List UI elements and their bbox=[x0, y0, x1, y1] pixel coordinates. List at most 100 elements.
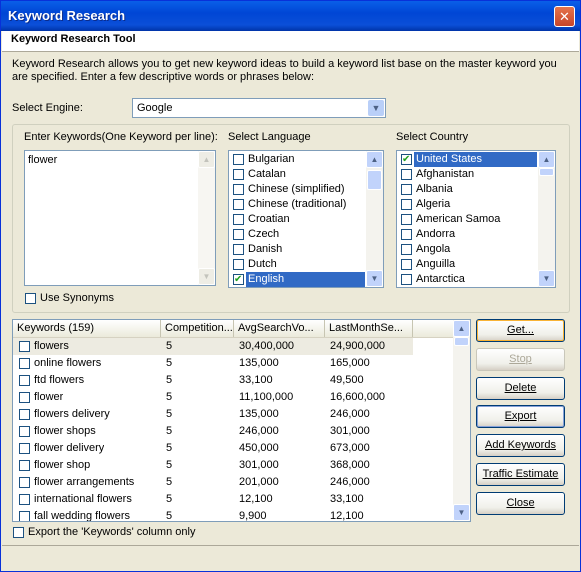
row-checkbox[interactable] bbox=[19, 375, 30, 386]
row-checkbox[interactable] bbox=[19, 494, 30, 505]
country-item-label: Anguilla bbox=[416, 258, 456, 270]
country-item-checkbox[interactable] bbox=[401, 199, 412, 210]
country-item-label: Algeria bbox=[416, 198, 451, 210]
table-row[interactable]: flowers delivery 5 135,000 246,000 bbox=[13, 406, 454, 423]
language-item-checkbox[interactable] bbox=[233, 199, 244, 210]
keywords-textarea[interactable]: flower ▲ ▼ bbox=[24, 150, 216, 286]
scroll-up-icon[interactable]: ▲ bbox=[366, 151, 383, 168]
country-item-checkbox[interactable] bbox=[401, 214, 412, 225]
country-item[interactable]: Albania bbox=[399, 182, 537, 197]
close-button[interactable]: Close bbox=[476, 492, 565, 515]
cell-avg-search: 135,000 bbox=[239, 357, 279, 369]
delete-button[interactable]: Delete bbox=[476, 377, 565, 400]
table-row[interactable]: flower delivery 5 450,000 673,000 bbox=[13, 440, 454, 457]
language-item[interactable]: Catalan bbox=[231, 167, 365, 182]
country-item[interactable]: Afghanistan bbox=[399, 167, 537, 182]
language-item[interactable]: Bulgarian bbox=[231, 152, 365, 167]
country-scrollbar[interactable]: ▲ ▼ bbox=[538, 151, 555, 287]
stop-button[interactable]: Stop bbox=[476, 348, 565, 371]
scroll-thumb[interactable] bbox=[367, 170, 382, 190]
row-checkbox[interactable] bbox=[19, 511, 30, 521]
export-keywords-only-checkbox[interactable] bbox=[13, 527, 24, 538]
country-item[interactable]: Algeria bbox=[399, 197, 537, 212]
column-header-last-month[interactable]: LastMonthSe... bbox=[325, 320, 413, 337]
row-checkbox[interactable] bbox=[19, 392, 30, 403]
row-checkbox[interactable] bbox=[19, 409, 30, 420]
language-item-label: English bbox=[246, 272, 365, 287]
export-keywords-only-label: Export the 'Keywords' column only bbox=[28, 526, 196, 538]
country-item-checkbox[interactable] bbox=[401, 259, 412, 270]
engine-select[interactable]: Google ▼ bbox=[132, 98, 386, 118]
scroll-up-icon[interactable]: ▲ bbox=[538, 151, 555, 168]
table-row[interactable]: online flowers 5 135,000 165,000 bbox=[13, 355, 454, 372]
table-row[interactable]: international flowers 5 12,100 33,100 bbox=[13, 491, 454, 508]
use-synonyms-checkbox[interactable] bbox=[25, 293, 36, 304]
cell-avg-search: 9,900 bbox=[239, 510, 267, 522]
column-header-keywords[interactable]: Keywords (159) bbox=[13, 320, 161, 337]
column-header-competition[interactable]: Competition... bbox=[161, 320, 234, 337]
language-item-checkbox[interactable] bbox=[233, 214, 244, 225]
country-item[interactable]: Anguilla bbox=[399, 257, 537, 272]
column-header-avg-search[interactable]: AvgSearchVo... bbox=[234, 320, 325, 337]
language-item[interactable]: Czech bbox=[231, 227, 365, 242]
country-item-checkbox[interactable] bbox=[401, 169, 412, 180]
cell-last-month: 49,500 bbox=[330, 374, 364, 386]
language-item-checkbox[interactable] bbox=[233, 169, 244, 180]
scroll-down-icon[interactable]: ▼ bbox=[366, 270, 383, 287]
language-item-checkbox[interactable] bbox=[233, 154, 244, 165]
language-item[interactable]: Chinese (simplified) bbox=[231, 182, 365, 197]
language-item[interactable]: English bbox=[231, 272, 365, 287]
row-checkbox[interactable] bbox=[19, 443, 30, 454]
language-item[interactable]: Dutch bbox=[231, 257, 365, 272]
close-window-button[interactable]: ✕ bbox=[554, 6, 575, 27]
table-row[interactable]: flowers 5 30,400,000 24,900,000 bbox=[13, 338, 413, 355]
row-checkbox[interactable] bbox=[19, 460, 30, 471]
language-item-checkbox[interactable] bbox=[233, 229, 244, 240]
country-item[interactable]: American Samoa bbox=[399, 212, 537, 227]
country-item[interactable]: Antarctica bbox=[399, 272, 537, 287]
table-row[interactable]: flower 5 11,100,000 16,600,000 bbox=[13, 389, 454, 406]
chevron-down-icon[interactable]: ▼ bbox=[368, 100, 384, 116]
table-scrollbar[interactable]: ▲ ▼ bbox=[453, 320, 470, 521]
scroll-up-icon[interactable]: ▲ bbox=[453, 320, 470, 337]
table-row[interactable]: flower shop 5 301,000 368,000 bbox=[13, 457, 454, 474]
country-item-checkbox[interactable] bbox=[401, 152, 412, 167]
export-button[interactable]: Export bbox=[476, 405, 565, 428]
country-list[interactable]: Antarctica Anguilla Angola Andorra American … bbox=[396, 150, 556, 288]
language-item-checkbox[interactable] bbox=[233, 244, 244, 255]
table-row[interactable]: flower arrangements 5 201,000 246,000 bbox=[13, 474, 454, 491]
keywords-scrollbar[interactable]: ▲ ▼ bbox=[198, 151, 215, 285]
country-item-checkbox[interactable] bbox=[401, 274, 412, 285]
table-row[interactable]: fall wedding flowers 5 9,900 12,100 bbox=[13, 508, 454, 522]
scroll-down-icon[interactable]: ▼ bbox=[538, 270, 555, 287]
language-item[interactable]: Danish bbox=[231, 242, 365, 257]
table-row[interactable]: flower shops 5 246,000 301,000 bbox=[13, 423, 454, 440]
language-list[interactable]: English Dutch Danish Czech Croatian Chinese (… bbox=[228, 150, 384, 288]
table-row[interactable]: ftd flowers 5 33,100 49,500 bbox=[13, 372, 454, 389]
language-item-checkbox[interactable] bbox=[233, 272, 244, 287]
language-item[interactable]: Chinese (traditional) bbox=[231, 197, 365, 212]
title-bar[interactable]: Keyword Research ✕ bbox=[1, 1, 580, 31]
country-item[interactable]: Andorra bbox=[399, 227, 537, 242]
language-item[interactable]: Croatian bbox=[231, 212, 365, 227]
row-checkbox[interactable] bbox=[19, 341, 30, 352]
language-item-checkbox[interactable] bbox=[233, 259, 244, 270]
row-checkbox[interactable] bbox=[19, 426, 30, 437]
country-item-checkbox[interactable] bbox=[401, 229, 412, 240]
scroll-thumb[interactable] bbox=[539, 168, 554, 176]
row-checkbox[interactable] bbox=[19, 477, 30, 488]
country-item-checkbox[interactable] bbox=[401, 184, 412, 195]
country-item-checkbox[interactable] bbox=[401, 244, 412, 255]
country-item[interactable]: United States bbox=[399, 152, 537, 167]
traffic-estimate-button[interactable]: Traffic Estimate bbox=[476, 463, 565, 486]
add-keywords-button[interactable]: Add Keywords bbox=[476, 434, 565, 457]
language-scrollbar[interactable]: ▲ ▼ bbox=[366, 151, 383, 287]
scroll-thumb[interactable] bbox=[454, 337, 469, 346]
language-item-label: Chinese (traditional) bbox=[248, 198, 347, 210]
scroll-down-icon[interactable]: ▼ bbox=[453, 504, 470, 521]
country-item[interactable]: Angola bbox=[399, 242, 537, 257]
keywords-text: flower bbox=[28, 154, 58, 166]
get-button[interactable]: Get... bbox=[476, 319, 565, 342]
row-checkbox[interactable] bbox=[19, 358, 30, 369]
language-item-checkbox[interactable] bbox=[233, 184, 244, 195]
